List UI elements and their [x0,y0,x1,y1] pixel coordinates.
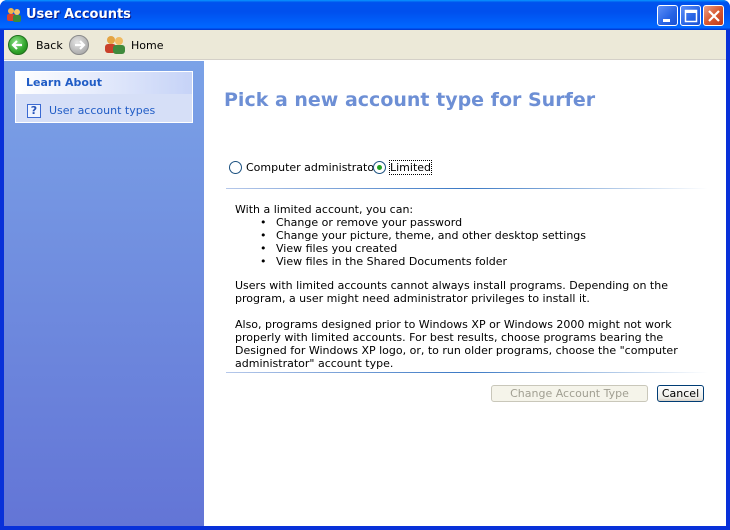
capability-list: Change or remove your password Change yo… [260,216,586,268]
back-button[interactable]: Back [8,34,63,56]
list-item: View files you created [260,242,586,255]
compatibility-note: Also, programs designed prior to Windows… [235,318,678,370]
window-title: User Accounts [26,7,131,22]
help-icon: ? [27,103,41,118]
separator [226,372,708,373]
list-item: View files in the Shared Documents folde… [260,255,586,268]
forward-button[interactable] [69,34,89,56]
radio-indicator[interactable] [229,161,242,174]
minimize-button[interactable] [657,5,678,26]
link-label[interactable]: User account types [49,104,155,117]
radio-indicator[interactable] [373,161,386,174]
home-users-icon [105,36,125,54]
link-user-account-types[interactable]: ? User account types [16,94,192,122]
learn-about-title: Learn About [16,72,192,94]
radio-label: Limited [388,160,433,175]
page-title: Pick a new account type for Surfer [224,89,596,111]
main-content: Pick a new account type for Surfer Compu… [204,61,726,526]
radio-computer-administrator[interactable]: Computer administrator [229,161,379,174]
change-account-type-button[interactable]: Change Account Type [491,385,648,402]
toolbar: Back Home [4,30,726,60]
learn-about-box: Learn About ? User account types [15,71,193,123]
home-label: Home [131,38,164,52]
user-accounts-window: User Accounts Back Home Learn About ? Us… [0,0,730,530]
install-note: Users with limited accounts cannot alway… [235,279,668,305]
user-accounts-icon [7,8,21,22]
forward-arrow-icon [69,35,89,55]
title-bar[interactable]: User Accounts [0,0,730,30]
intro-text: With a limited account, you can: [235,203,414,216]
window-client: Back Home Learn About ? User account typ… [4,30,726,526]
home-button[interactable]: Home [104,34,163,56]
back-arrow-icon [8,35,28,55]
left-task-pane: Learn About ? User account types [4,61,204,526]
close-button[interactable] [703,5,724,26]
cancel-button[interactable]: Cancel [657,385,704,402]
maximize-button[interactable] [680,5,701,26]
back-label: Back [36,38,63,52]
radio-limited[interactable]: Limited [373,160,433,175]
list-item: Change your picture, theme, and other de… [260,229,586,242]
list-item: Change or remove your password [260,216,586,229]
radio-label: Computer administrator [246,161,379,174]
separator [226,188,708,189]
